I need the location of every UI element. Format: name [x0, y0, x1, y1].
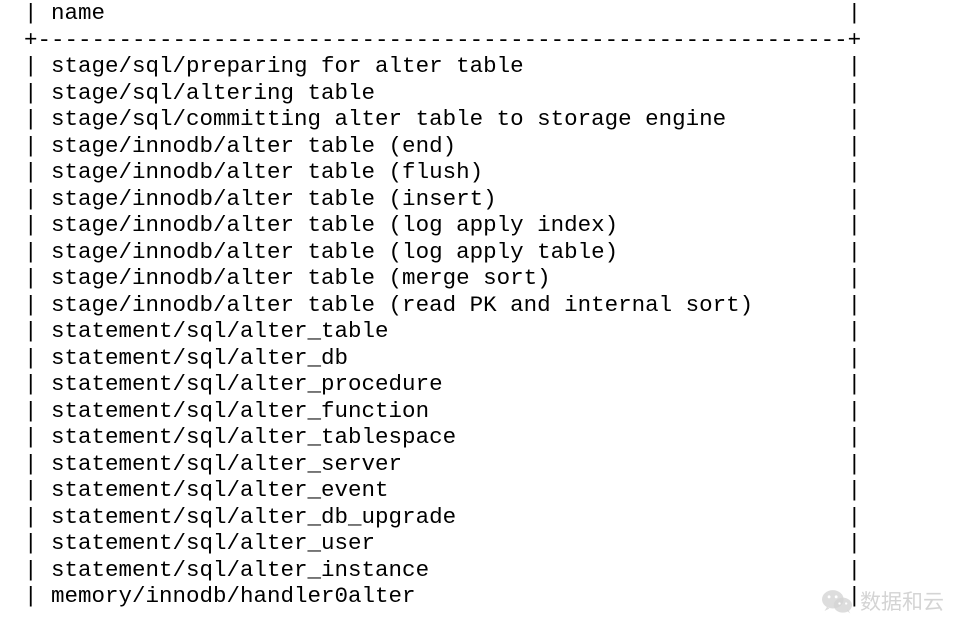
watermark-text: 数据和云 — [860, 586, 944, 616]
mysql-output-block: | name | +------------------------------… — [0, 0, 885, 610]
document-canvas: | name | +------------------------------… — [0, 0, 972, 640]
wechat-icon — [822, 588, 852, 614]
watermark-badge: 数据和云 — [822, 586, 944, 616]
